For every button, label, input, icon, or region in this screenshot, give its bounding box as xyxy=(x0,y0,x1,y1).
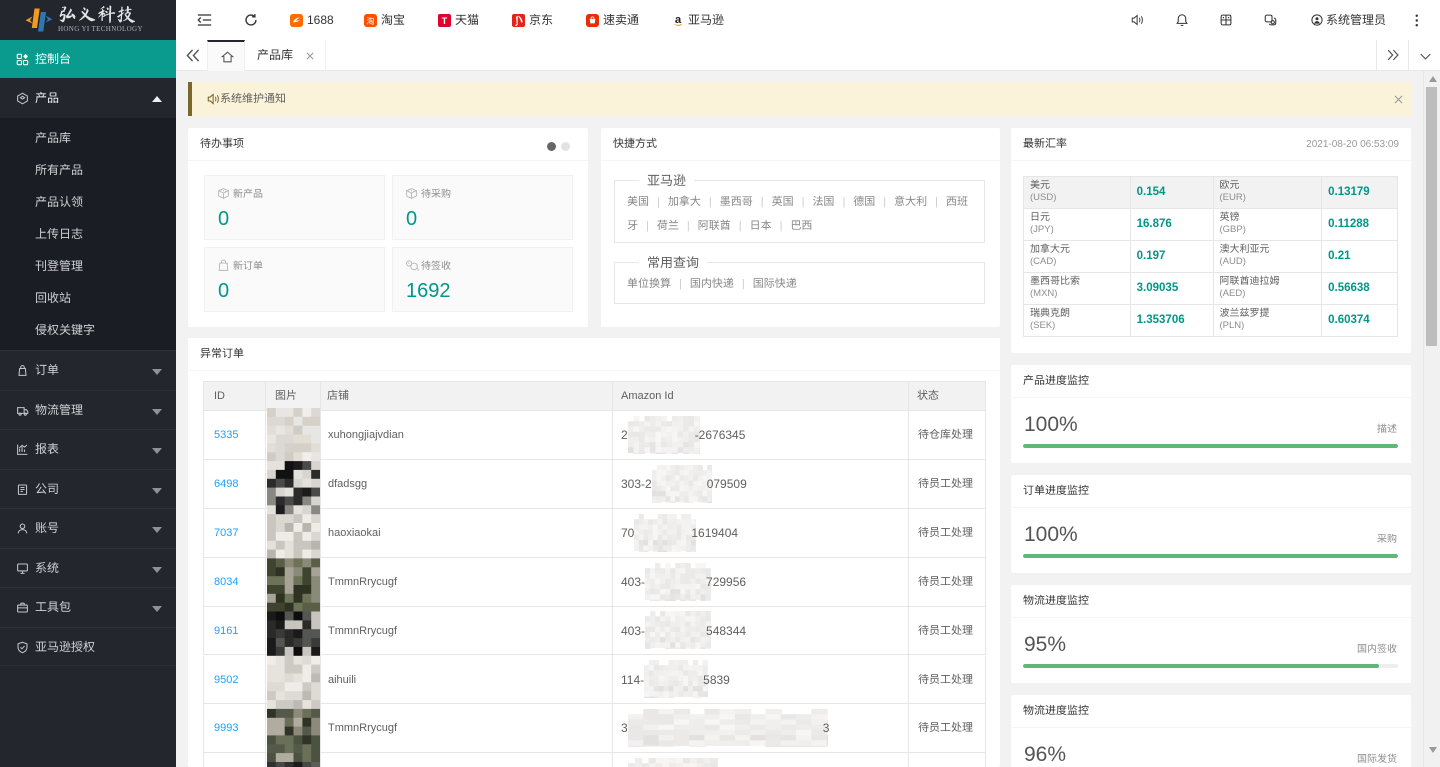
svg-text:T: T xyxy=(442,16,448,26)
svg-text:淘: 淘 xyxy=(366,16,374,27)
